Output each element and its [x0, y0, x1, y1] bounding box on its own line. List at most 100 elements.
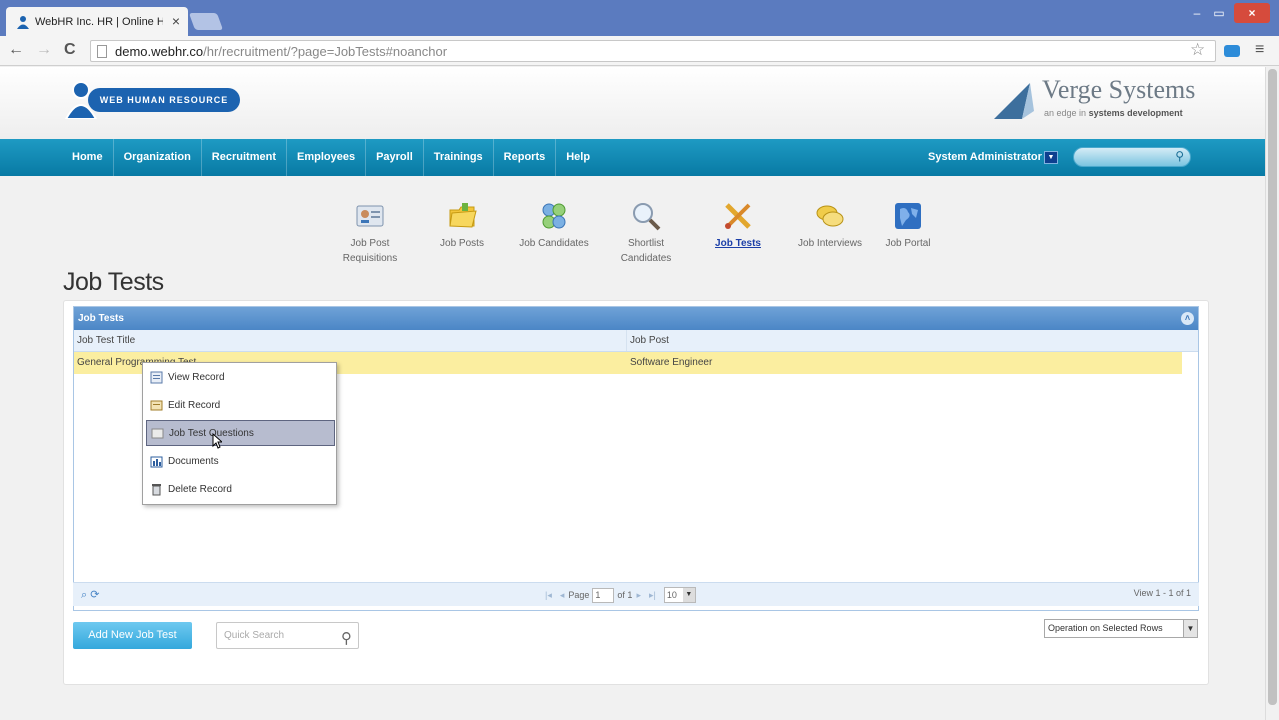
main-nav: Home Organization Recruitment Employees …: [0, 139, 1265, 176]
search-icon[interactable]: ⚲: [341, 626, 352, 651]
back-icon[interactable]: ←: [8, 41, 24, 59]
menu-item-edit-record[interactable]: Edit Record: [146, 392, 335, 418]
tab-close-icon[interactable]: ×: [172, 13, 180, 29]
browser-tabstrip: WebHR Inc. HR | Online H × – ▭ ×: [0, 0, 1279, 36]
menu-item-label: View Record: [168, 371, 225, 383]
grid-caption: Job Tests ˄: [74, 307, 1198, 330]
nav-home[interactable]: Home: [62, 139, 114, 176]
cell-job-post: Software Engineer: [630, 357, 713, 368]
pager-controls: |◂ ◂ Page 1 of 1 ▸ ▸| 10 ▼: [541, 587, 696, 603]
menu-item-label: Delete Record: [168, 483, 232, 495]
menu-item-delete-record[interactable]: Delete Record: [146, 476, 335, 502]
module-shortlist-candidates[interactable]: Shortlist Candidates: [606, 200, 686, 266]
documents-icon: [150, 456, 163, 467]
row-context-menu: View Record Edit Record Job Test Questio…: [142, 362, 337, 505]
module-job-post-requisitions[interactable]: Job Post Requisitions: [330, 200, 410, 266]
page-icon: [97, 44, 107, 58]
chevron-down-icon[interactable]: ▼: [1183, 620, 1197, 637]
id-card-icon: [356, 205, 384, 227]
module-job-posts[interactable]: Job Posts: [422, 200, 502, 251]
user-name[interactable]: System Administrator: [928, 139, 1042, 176]
module-job-tests[interactable]: Job Tests: [698, 200, 778, 251]
prev-page-icon[interactable]: ◂: [560, 590, 565, 601]
verge-systems-logo: Verge Systems an edge in systems develop…: [990, 75, 1200, 125]
extension-icon[interactable]: [1224, 45, 1240, 57]
module-label: Job Portal: [885, 238, 931, 249]
grid-header-row: Job Test Title Job Post: [74, 330, 1198, 352]
favicon-icon: [17, 15, 29, 29]
chevron-down-icon[interactable]: ▼: [682, 588, 695, 602]
menu-item-label: Documents: [168, 455, 219, 467]
module-job-candidates[interactable]: Job Candidates: [514, 200, 594, 251]
nav-help[interactable]: Help: [556, 139, 600, 176]
record-count: View 1 - 1 of 1: [1133, 588, 1191, 598]
module-label: Job Tests: [715, 238, 761, 249]
quick-search-placeholder: Quick Search: [224, 630, 285, 641]
module-label: Job Post Requisitions: [342, 238, 398, 264]
page-size-select[interactable]: 10 ▼: [663, 587, 696, 603]
quick-search-input[interactable]: Quick Search ⚲: [216, 622, 359, 649]
browser-tab[interactable]: WebHR Inc. HR | Online H ×: [6, 7, 188, 36]
edit-icon: [150, 400, 163, 410]
globe-icon: [895, 203, 921, 229]
scrollbar-thumb[interactable]: [1268, 69, 1277, 705]
nav-organization[interactable]: Organization: [114, 139, 202, 176]
module-label: Shortlist Candidates: [620, 238, 672, 264]
questions-icon: [151, 428, 164, 438]
verge-triangle-icon: [994, 83, 1034, 119]
last-page-icon[interactable]: ▸|: [649, 590, 656, 601]
window-maximize-button[interactable]: ▭: [1210, 3, 1228, 23]
url-path: /hr/recruitment/?page=JobTests#noanchor: [203, 43, 448, 59]
page-scrollbar[interactable]: [1265, 67, 1279, 720]
page-header: WEB HUMAN RESOURCE Verge Systems an edge…: [0, 67, 1265, 139]
module-label: Job Candidates: [519, 238, 589, 249]
module-label: Job Interviews: [798, 238, 862, 249]
nav-search-input[interactable]: ⚲: [1073, 147, 1191, 167]
column-header-job-test-title[interactable]: Job Test Title: [74, 330, 627, 351]
column-header-job-post[interactable]: Job Post: [627, 330, 1180, 351]
menu-item-view-record[interactable]: View Record: [146, 364, 335, 390]
operation-select[interactable]: Operation on Selected Rows ▼: [1044, 619, 1198, 638]
module-job-interviews[interactable]: Job Interviews: [790, 200, 870, 251]
grid-pager: ⌕ ⟳ |◂ ◂ Page 1 of 1 ▸ ▸| 10 ▼ View 1 - 1…: [73, 582, 1199, 606]
page-title: Job Tests: [63, 268, 164, 296]
page-number-input[interactable]: 1: [592, 587, 615, 603]
reload-icon[interactable]: C: [64, 41, 76, 59]
grid-caption-title: Job Tests: [78, 313, 124, 324]
address-bar[interactable]: demo.webhr.co/hr/recruitment/?page=JobTe…: [90, 40, 1216, 62]
new-tab-button[interactable]: [188, 13, 224, 30]
nav-recruitment[interactable]: Recruitment: [202, 139, 287, 176]
page-label: Page: [568, 590, 590, 600]
nav-employees[interactable]: Employees: [287, 139, 367, 176]
people-icon: [542, 203, 566, 229]
nav-payroll[interactable]: Payroll: [366, 139, 424, 176]
first-page-icon[interactable]: |◂: [545, 590, 552, 601]
tools-icon: [725, 203, 751, 229]
webhr-logo[interactable]: WEB HUMAN RESOURCE: [64, 81, 240, 119]
delete-icon: [152, 483, 161, 495]
bookmark-star-icon[interactable]: ☆: [1190, 40, 1205, 60]
add-new-job-test-button[interactable]: Add New Job Test: [73, 622, 192, 649]
folder-icon: [449, 203, 477, 228]
search-icon[interactable]: ⚲: [1175, 149, 1184, 163]
view-icon: [150, 371, 163, 383]
menu-item-documents[interactable]: Documents: [146, 448, 335, 474]
module-label: Job Posts: [440, 238, 484, 249]
user-dropdown-icon[interactable]: ▼: [1044, 151, 1058, 164]
module-job-portal[interactable]: Job Portal: [868, 200, 948, 251]
company-tagline: an edge in systems development: [1044, 108, 1183, 118]
pager-search-refresh-icons[interactable]: ⌕ ⟳: [81, 588, 99, 602]
menu-item-label: Edit Record: [168, 399, 221, 411]
company-name: Verge Systems: [1042, 75, 1196, 104]
window-close-button[interactable]: ×: [1234, 3, 1270, 23]
browser-toolbar: ← → C demo.webhr.co/hr/recruitment/?page…: [0, 36, 1279, 66]
window-minimize-button[interactable]: –: [1188, 3, 1206, 23]
nav-trainings[interactable]: Trainings: [424, 139, 494, 176]
nav-reports[interactable]: Reports: [494, 139, 557, 176]
collapse-icon[interactable]: ˄: [1181, 312, 1194, 325]
menu-item-job-test-questions[interactable]: Job Test Questions: [146, 420, 335, 446]
mouse-cursor-icon: [212, 433, 222, 449]
forward-icon[interactable]: →: [36, 41, 52, 59]
browser-menu-icon[interactable]: ≡: [1255, 41, 1264, 59]
next-page-icon[interactable]: ▸: [636, 590, 641, 601]
